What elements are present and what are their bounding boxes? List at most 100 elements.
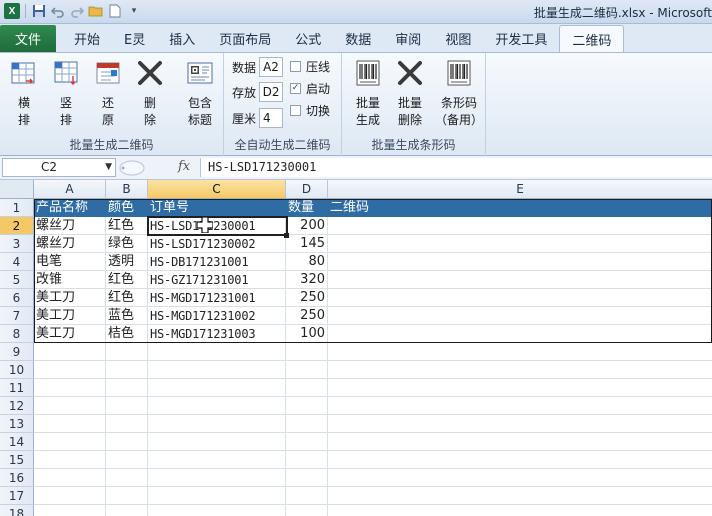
group-batch-barcode-label: 批量生成条形码 xyxy=(371,138,456,152)
barcode-delete-button[interactable]: 批量 删除 xyxy=(392,57,428,135)
switch-check-icon xyxy=(290,104,301,116)
tab-data[interactable]: 数据 xyxy=(333,25,383,52)
group-batch-barcode: 批量 生成 批量 删除 条形码 （备用） 批量生成条形码 xyxy=(342,53,486,157)
press-line-check-icon xyxy=(290,60,301,72)
row-header[interactable]: 3 xyxy=(0,235,34,253)
barcode-backup-button[interactable]: 条形码 （备用） xyxy=(434,57,484,135)
ribbon-tab-strip: 文件 开始 E灵 插入 页面布局 公式 数据 审阅 视图 开发工具 二维码 xyxy=(0,24,712,52)
row-header[interactable]: 8 xyxy=(0,325,34,343)
insert-function-button[interactable]: fx xyxy=(178,159,190,174)
tab-developer[interactable]: 开发工具 xyxy=(483,25,559,52)
row-header[interactable]: 16 xyxy=(0,469,34,487)
start-label: 启动 xyxy=(306,81,331,96)
grid-line xyxy=(34,486,712,487)
name-box-dropdown-icon[interactable]: ▼ xyxy=(105,159,112,176)
include-title-button-label: 包含 标题 xyxy=(187,96,212,127)
tab-file[interactable]: 文件 xyxy=(0,25,56,52)
cm-size-label: 厘米 xyxy=(232,111,257,126)
store-range-input[interactable]: D2 xyxy=(259,82,284,102)
tab-eling[interactable]: E灵 xyxy=(112,25,157,52)
horizontal-button[interactable]: 横 排 xyxy=(6,57,42,135)
group-batch-qrcode-label: 批量生成二维码 xyxy=(69,138,154,152)
grid-line xyxy=(34,450,712,451)
start-check-icon: ✓ xyxy=(290,82,301,94)
qat-separator xyxy=(25,4,26,18)
horizontal-layout-icon xyxy=(9,57,39,89)
excel-logo-icon[interactable]: X xyxy=(4,3,20,19)
row-header[interactable]: 4 xyxy=(0,253,34,271)
cm-size-row: 厘米 4 xyxy=(232,107,284,129)
row-header[interactable]: 2 xyxy=(0,217,34,235)
customize-qat-icon[interactable]: ▾ xyxy=(126,3,142,19)
barcode-backup-label: 条形码 （备用） xyxy=(434,96,483,127)
vertical-layout-icon xyxy=(51,57,81,89)
barcode-generate-button[interactable]: 批量 生成 xyxy=(350,57,386,135)
switch-label: 切换 xyxy=(306,103,331,118)
delete-button[interactable]: 删 除 xyxy=(132,57,168,135)
open-folder-icon[interactable] xyxy=(88,3,104,19)
grid-line xyxy=(34,468,712,469)
column-header-d[interactable]: D xyxy=(286,180,328,199)
include-title-icon xyxy=(185,57,215,89)
grid-line xyxy=(34,432,712,433)
save-icon[interactable] xyxy=(31,3,47,19)
delete-button-label: 删 除 xyxy=(143,96,156,127)
delete-x-icon xyxy=(395,57,425,89)
worksheet: A B C D E 1 2 3 4 5 6 7 8 9 10 11 12 13 14 15 16 17 18 产品… xyxy=(0,180,712,516)
row-header[interactable]: 6 xyxy=(0,289,34,307)
switch-checkbox[interactable]: 切换 xyxy=(290,99,330,121)
undo-icon[interactable] xyxy=(50,3,66,19)
formula-tools-handle-icon xyxy=(119,160,145,176)
cm-size-input[interactable]: 4 xyxy=(259,108,284,128)
quick-access-toolbar: X ▾ xyxy=(4,3,142,19)
horizontal-button-label: 横 排 xyxy=(17,96,30,127)
row-header[interactable]: 11 xyxy=(0,379,34,397)
row-header[interactable]: 13 xyxy=(0,415,34,433)
column-header-a[interactable]: A xyxy=(34,180,106,199)
row-header[interactable]: 5 xyxy=(0,271,34,289)
barcode-delete-label: 批量 删除 xyxy=(397,96,422,127)
row-header[interactable]: 12 xyxy=(0,397,34,415)
press-line-checkbox[interactable]: 压线 xyxy=(290,55,330,77)
row-header[interactable]: 7 xyxy=(0,307,34,325)
row-header[interactable]: 15 xyxy=(0,451,34,469)
row-header[interactable]: 9 xyxy=(0,343,34,361)
row-header[interactable]: 1 xyxy=(0,199,34,217)
start-checkbox[interactable]: ✓ 启动 xyxy=(290,77,330,99)
name-box-value: C2 xyxy=(41,160,58,174)
data-range-input[interactable]: A2 xyxy=(259,57,284,77)
tab-home[interactable]: 开始 xyxy=(62,25,112,52)
redo-icon[interactable] xyxy=(69,3,85,19)
active-cell-c2[interactable] xyxy=(147,216,288,236)
tab-review[interactable]: 审阅 xyxy=(383,25,433,52)
tab-formulas[interactable]: 公式 xyxy=(283,25,333,52)
vertical-button[interactable]: 竖 排 xyxy=(48,57,84,135)
select-all-corner[interactable] xyxy=(0,180,34,199)
row-header[interactable]: 10 xyxy=(0,361,34,379)
tab-insert[interactable]: 插入 xyxy=(157,25,207,52)
name-box[interactable]: C2 ▼ xyxy=(2,158,116,177)
fill-handle[interactable] xyxy=(284,233,289,238)
data-range-row: 数据 A2 xyxy=(232,56,284,78)
restore-icon xyxy=(93,57,123,89)
restore-button-label: 还 原 xyxy=(101,96,114,127)
restore-button[interactable]: 还 原 xyxy=(90,57,126,135)
tab-view[interactable]: 视图 xyxy=(433,25,483,52)
column-header-e[interactable]: E xyxy=(328,180,712,199)
cell-grid[interactable]: 产品名称 颜色 订单号 数量 二维码 螺丝刀红色HS-LSD1712300012… xyxy=(34,199,712,516)
group-auto-qrcode: 数据 A2 存放 D2 厘米 4 压线 ✓ 启动 切换 全自动生成二维码 xyxy=(224,53,342,157)
include-title-button[interactable]: 包含 标题 xyxy=(180,57,220,135)
tab-page-layout[interactable]: 页面布局 xyxy=(207,25,283,52)
barcode-generate-label: 批量 生成 xyxy=(355,96,380,127)
formula-input[interactable]: HS-LSD171230001 xyxy=(200,158,712,177)
formula-bar: C2 ▼ fx HS-LSD171230001 xyxy=(0,156,712,180)
row-header[interactable]: 18 xyxy=(0,505,34,516)
column-header-c[interactable]: C xyxy=(148,180,286,199)
tab-qrcode[interactable]: 二维码 xyxy=(559,25,625,52)
new-document-icon[interactable] xyxy=(107,3,123,19)
group-auto-qrcode-label: 全自动生成二维码 xyxy=(234,138,331,152)
column-header-b[interactable]: B xyxy=(106,180,148,199)
row-header[interactable]: 17 xyxy=(0,487,34,505)
grid-line xyxy=(34,504,712,505)
row-header[interactable]: 14 xyxy=(0,433,34,451)
